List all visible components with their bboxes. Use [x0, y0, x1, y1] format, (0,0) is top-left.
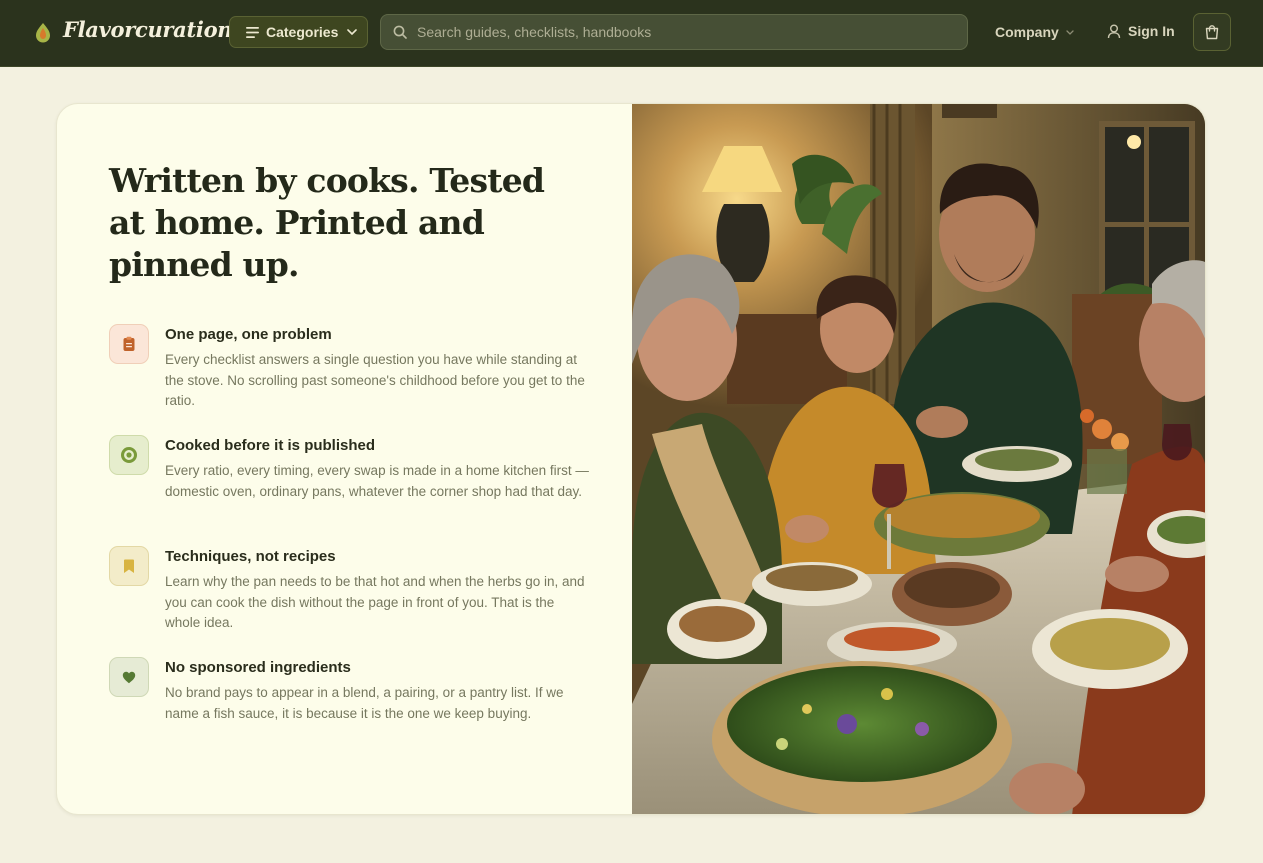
- hero-headline: Written by cooks. Tested at home. Printe…: [109, 161, 545, 284]
- feature-title: Cooked before it is published: [165, 437, 376, 454]
- company-menu[interactable]: Company: [995, 24, 1074, 40]
- clipboard-icon: [109, 324, 149, 364]
- chevron-down-icon: [1066, 29, 1074, 35]
- signin-link[interactable]: Sign In: [1107, 23, 1175, 39]
- feature-title: Techniques, not recipes: [165, 548, 336, 565]
- signin-label: Sign In: [1128, 23, 1175, 39]
- company-label: Company: [995, 24, 1059, 40]
- feature-description: Every checklist answers a single questio…: [165, 352, 585, 409]
- feature-description: Every ratio, every timing, every swap is…: [165, 463, 589, 499]
- feature-description: No brand pays to appear in a blend, a pa…: [165, 685, 564, 721]
- feature-description: Learn why the pan needs to be that hot a…: [165, 574, 585, 631]
- search-input[interactable]: [417, 15, 957, 49]
- search-bar[interactable]: [380, 14, 968, 50]
- feature-title: One page, one problem: [165, 326, 332, 343]
- hero-card: Written by cooks. Tested at home. Printe…: [56, 103, 1206, 815]
- feature-title: No sponsored ingredients: [165, 659, 351, 676]
- chevron-down-icon: [347, 29, 358, 35]
- cart-button[interactable]: [1193, 13, 1231, 51]
- shopping-bag-icon: [1205, 25, 1219, 40]
- family-dinner-photo: [632, 104, 1205, 814]
- target-icon: [109, 435, 149, 475]
- categories-button[interactable]: Categories: [229, 16, 368, 48]
- brand-logo-text[interactable]: Flavorcuration: [63, 17, 233, 42]
- search-icon: [393, 25, 407, 39]
- user-icon: [1107, 24, 1121, 38]
- categories-label: Categories: [266, 24, 339, 40]
- leaf-drop-icon: [36, 23, 50, 43]
- menu-icon: [246, 26, 259, 38]
- top-navbar: Flavorcuration Categories Company Sign I…: [0, 0, 1263, 67]
- bookmark-icon: [109, 546, 149, 586]
- heart-icon: [109, 657, 149, 697]
